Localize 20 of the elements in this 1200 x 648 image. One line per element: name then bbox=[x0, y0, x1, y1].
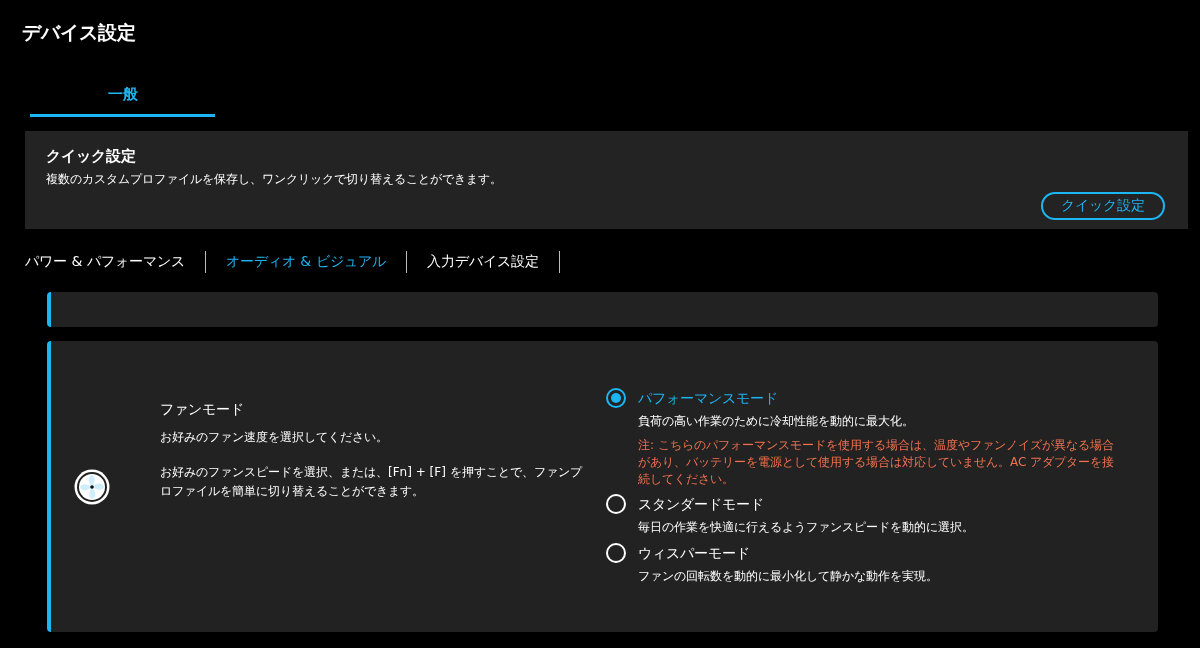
page-title: デバイス設定 bbox=[22, 20, 136, 45]
option-description: 負荷の高い作業のために冷却性能を動的に最大化。 bbox=[638, 413, 914, 430]
radio-label[interactable]: パフォーマンスモード bbox=[638, 387, 778, 409]
radio-button[interactable] bbox=[606, 388, 626, 408]
quick-settings-button[interactable]: クイック設定 bbox=[1041, 192, 1165, 220]
setting-subtitle: お好みのファン速度を選択してください。 bbox=[160, 429, 388, 446]
setting-description: お好みのファンスピードを選択、または、[Fn] + [F] を押すことで、ファンプロファイルを簡単に切り替えることができます。 bbox=[160, 464, 584, 500]
category-tab[interactable]: パワー & パフォーマンス bbox=[25, 253, 185, 271]
category-tab[interactable]: 入力デバイス設定 bbox=[426, 253, 539, 271]
setting-title: ファンモード bbox=[160, 400, 244, 419]
tab[interactable]: 一般 bbox=[30, 80, 215, 117]
option-description: 毎日の作業を快適に行えるようファンスピードを動的に選択。 bbox=[638, 519, 974, 536]
category-tab[interactable]: オーディオ & ビジュアル bbox=[225, 253, 386, 271]
warning-note: 注: こちらのパフォーマンスモードを使用する場合は、温度やファンノイズが異なる場合があり、バッテリーを電源として使用する場合は対応していません。AC アダプターを接続してください。 bbox=[638, 437, 1116, 488]
fan-icon bbox=[73, 467, 111, 506]
panel-description: 複数のカスタムプロファイルを保存し、ワンクリックで切り替えることができます。 bbox=[46, 171, 502, 188]
radio-label[interactable]: スタンダードモード bbox=[638, 493, 764, 515]
option-description: ファンの回転数を動的に最小化して静かな動作を実現。 bbox=[638, 568, 938, 585]
radio-label[interactable]: ウィスパーモード bbox=[638, 542, 750, 564]
panel-title: クイック設定 bbox=[46, 146, 136, 167]
